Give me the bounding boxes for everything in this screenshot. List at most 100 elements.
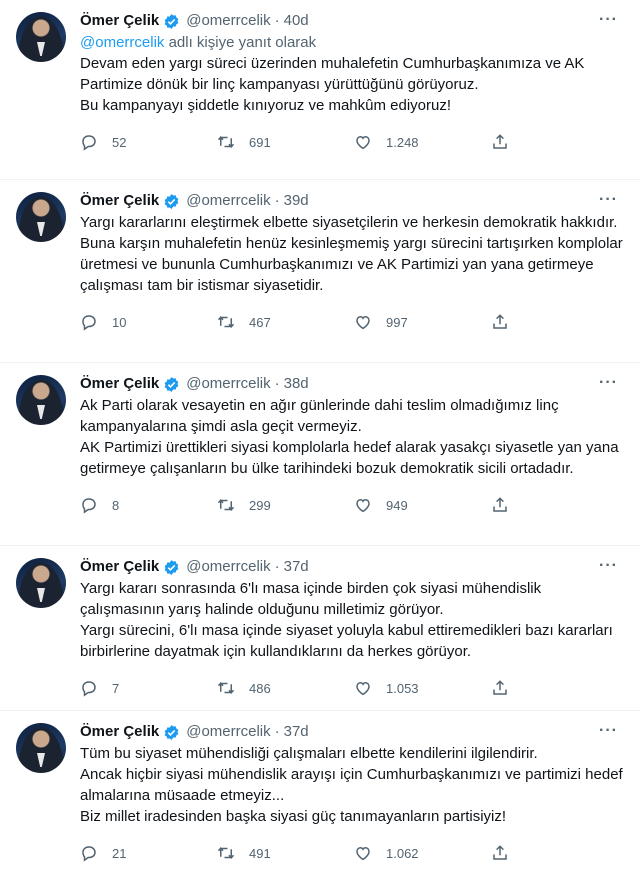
retweet-count: 486 [249, 680, 271, 696]
tweet-text-line: Biz millet iradesinden başka siyasi güç … [80, 808, 507, 825]
author-handle[interactable]: @omerrcelik [186, 190, 270, 212]
tweet[interactable]: Ömer Çelik @omerrcelik · 37d ··· Tüm bu … [0, 711, 640, 877]
avatar[interactable] [16, 12, 66, 62]
more-icon[interactable]: ··· [599, 558, 618, 574]
retweet-button[interactable]: 491 [217, 844, 354, 862]
reply-icon [82, 135, 96, 151]
reply-count: 7 [112, 680, 120, 696]
share-button[interactable] [491, 679, 523, 697]
tweet-text-line: Yargı kararı sonrasında 6'lı masa içinde… [80, 580, 542, 618]
avatar[interactable] [16, 192, 66, 242]
like-button[interactable]: 1.248 [354, 133, 491, 151]
like-button[interactable]: 1.062 [354, 844, 491, 862]
tweet-header: Ömer Çelik @omerrcelik · 39d [80, 190, 624, 212]
tweet-feed: Ömer Çelik @omerrcelik · 40d ··· @omerrc… [0, 0, 640, 877]
like-icon [356, 498, 370, 513]
tweet-header: Ömer Çelik @omerrcelik · 37d [80, 556, 624, 578]
more-icon[interactable]: ··· [599, 375, 618, 391]
avatar[interactable] [16, 558, 66, 608]
retweet-icon [217, 135, 235, 149]
author-name[interactable]: Ömer Çelik [80, 190, 159, 212]
reply-button[interactable]: 8 [80, 496, 217, 514]
like-count: 1.248 [386, 134, 419, 150]
tweet-text-line: Yargı sürecini, 6'lı masa içinde siyaset… [80, 622, 613, 660]
more-icon[interactable]: ··· [599, 12, 618, 28]
verified-badge-icon [163, 376, 180, 393]
retweet-count: 467 [249, 314, 271, 330]
like-button[interactable]: 949 [354, 496, 491, 514]
author-handle[interactable]: @omerrcelik [186, 721, 270, 743]
tweet[interactable]: Ömer Çelik @omerrcelik · 38d ··· Ak Part… [0, 363, 640, 546]
retweet-icon [217, 846, 235, 860]
tweet-time[interactable]: 37d [284, 721, 309, 743]
more-icon[interactable]: ··· [599, 192, 618, 208]
tweet-actions: 10 467 997 [80, 304, 540, 340]
tweet-time[interactable]: 38d [284, 373, 309, 395]
like-icon [356, 846, 370, 861]
tweet-text: Yargı kararı sonrasında 6'lı masa içinde… [80, 578, 624, 662]
author-handle[interactable]: @omerrcelik [186, 556, 270, 578]
retweet-count: 299 [249, 497, 271, 513]
tweet-text: Yargı kararlarını eleştirmek elbette siy… [80, 212, 624, 296]
verified-badge-icon [163, 13, 180, 30]
share-icon [493, 680, 507, 695]
verified-badge-icon [163, 559, 180, 576]
reply-button[interactable]: 10 [80, 313, 217, 331]
tweet-text: Tüm bu siyaset mühendisliği çalışmaları … [80, 743, 624, 827]
reply-icon [82, 846, 96, 862]
author-handle[interactable]: @omerrcelik [186, 10, 270, 32]
verified-badge-icon [163, 193, 180, 210]
separator-dot: · [274, 375, 280, 392]
reply-button[interactable]: 21 [80, 844, 217, 862]
tweet-text-line: Devam eden yargı süreci üzerinden muhale… [80, 55, 585, 93]
author-name[interactable]: Ömer Çelik [80, 721, 159, 743]
like-icon [356, 135, 370, 150]
tweet-text: Ak Parti olarak vesayetin en ağır günler… [80, 395, 624, 479]
share-button[interactable] [491, 496, 523, 514]
author-handle[interactable]: @omerrcelik [186, 373, 270, 395]
retweet-button[interactable]: 486 [217, 679, 354, 697]
like-button[interactable]: 1.053 [354, 679, 491, 697]
tweet-actions: 21 491 1.062 [80, 835, 540, 871]
author-name[interactable]: Ömer Çelik [80, 556, 159, 578]
tweet[interactable]: Ömer Çelik @omerrcelik · 40d ··· @omerrc… [0, 0, 640, 180]
tweet-text-line: Bu kampanyayı şiddetle kınıyoruz ve mahk… [80, 97, 452, 114]
reply-count: 10 [112, 314, 127, 330]
author-name[interactable]: Ömer Çelik [80, 10, 159, 32]
retweet-icon [217, 315, 235, 329]
retweet-count: 491 [249, 845, 271, 861]
like-count: 1.062 [386, 845, 419, 861]
share-icon [493, 314, 507, 329]
tweet-time[interactable]: 40d [284, 10, 309, 32]
reply-count: 52 [112, 134, 127, 150]
avatar[interactable] [16, 375, 66, 425]
retweet-button[interactable]: 467 [217, 313, 354, 331]
share-icon [493, 845, 507, 860]
more-icon[interactable]: ··· [599, 723, 618, 739]
reply-count: 21 [112, 845, 127, 861]
retweet-button[interactable]: 299 [217, 496, 354, 514]
separator-dot: · [274, 192, 280, 209]
share-button[interactable] [491, 844, 523, 862]
like-count: 1.053 [386, 680, 419, 696]
avatar[interactable] [16, 723, 66, 773]
author-name[interactable]: Ömer Çelik [80, 373, 159, 395]
reply-icon [82, 498, 96, 514]
tweet-text: Devam eden yargı süreci üzerinden muhale… [80, 53, 624, 116]
share-button[interactable] [491, 313, 523, 331]
like-count: 997 [386, 314, 408, 330]
tweet[interactable]: Ömer Çelik @omerrcelik · 39d ··· Yargı k… [0, 180, 640, 363]
tweet-header: Ömer Çelik @omerrcelik · 38d [80, 373, 624, 395]
reply-context-label: adlı kişiye yanıt olarak [164, 34, 317, 51]
tweet-time[interactable]: 37d [284, 556, 309, 578]
reply-context: @omerrcelik adlı kişiye yanıt olarak [80, 32, 624, 53]
retweet-button[interactable]: 691 [217, 133, 354, 151]
tweet[interactable]: Ömer Çelik @omerrcelik · 37d ··· Yargı k… [0, 546, 640, 711]
reply-button[interactable]: 52 [80, 133, 217, 151]
reply-button[interactable]: 7 [80, 679, 217, 697]
tweet-header: Ömer Çelik @omerrcelik · 37d [80, 721, 624, 743]
reply-mention-link[interactable]: @omerrcelik [80, 34, 164, 51]
share-button[interactable] [491, 133, 523, 151]
like-button[interactable]: 997 [354, 313, 491, 331]
tweet-time[interactable]: 39d [284, 190, 309, 212]
